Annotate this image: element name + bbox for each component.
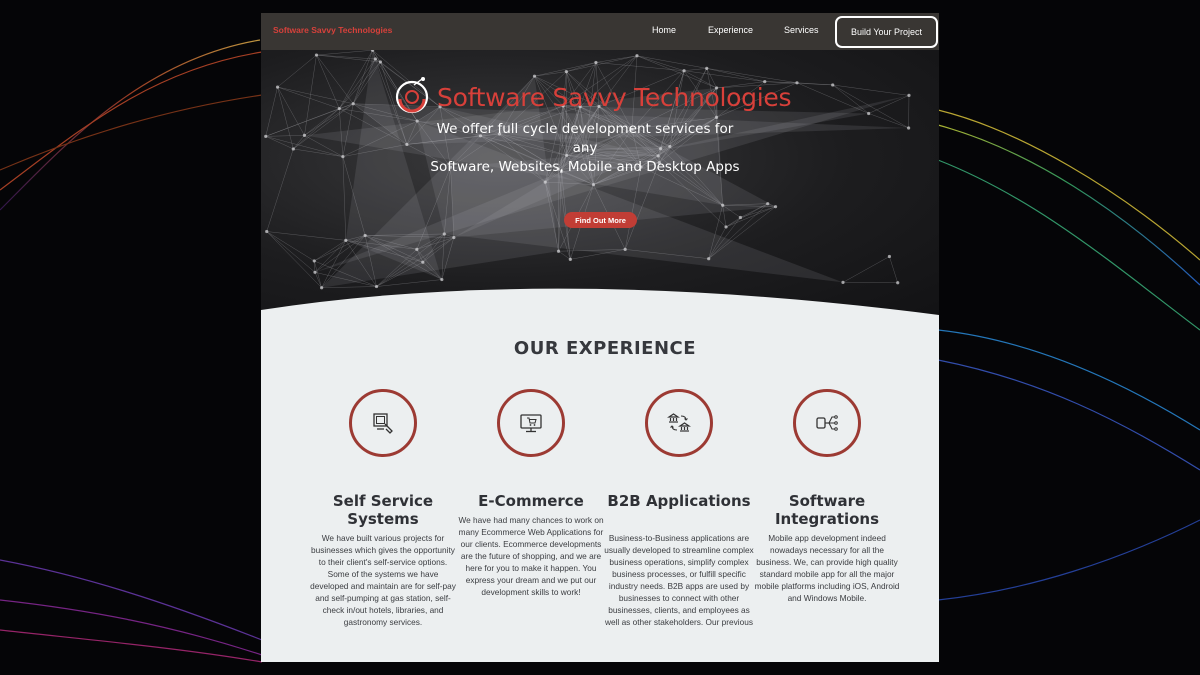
- find-out-more-button[interactable]: Find Out More: [564, 212, 637, 228]
- card-description: We have built various projects for busin…: [310, 533, 456, 627]
- ecommerce-monitor-icon: [520, 414, 542, 433]
- section-title-experience: OUR EXPERIENCE: [513, 338, 697, 359]
- card-icon-circle: [497, 389, 565, 457]
- card-icon-circle: [645, 389, 713, 457]
- self-service-kiosk-icon: [373, 413, 393, 434]
- logo-ring-icon: [395, 77, 429, 114]
- card-title: Software Integrations: [774, 492, 880, 528]
- nav-link-home[interactable]: Home: [652, 25, 676, 35]
- hero-subtitle-line-2: Software, Websites, Mobile and Desktop A…: [430, 159, 740, 175]
- nav-link-experience[interactable]: Experience: [708, 25, 753, 35]
- card-title: E-Commerce: [478, 492, 584, 510]
- website-window: Software Savvy Technologies Home Experie…: [261, 13, 939, 662]
- brand-link[interactable]: Software Savvy Technologies: [273, 25, 392, 35]
- integration-nodes-icon: [816, 415, 838, 431]
- build-your-project-button[interactable]: Build Your Project: [835, 16, 938, 48]
- card-description: Mobile app development indeed nowadays n…: [754, 533, 900, 603]
- hero-banner: Software Savvy Technologies We offer ful…: [261, 50, 939, 320]
- hero-subtitle: We offer full cycle development services…: [430, 120, 740, 177]
- hero-title: Software Savvy Technologies: [437, 83, 792, 112]
- card-icon-circle: [349, 389, 417, 457]
- card-icon-circle: [793, 389, 861, 457]
- top-navbar: Software Savvy Technologies Home Experie…: [261, 13, 939, 50]
- card-title: Self Service Systems: [332, 492, 434, 528]
- hero-curve-divider: [261, 288, 939, 320]
- nav-link-services[interactable]: Services: [784, 25, 819, 35]
- hero-subtitle-line-1: We offer full cycle development services…: [436, 121, 734, 156]
- b2b-exchange-icon: [667, 413, 691, 432]
- card-description: We have had many chances to work on many…: [458, 515, 604, 597]
- card-title: B2B Applications: [607, 492, 751, 510]
- card-description: Business-to-Business applications are us…: [604, 533, 754, 627]
